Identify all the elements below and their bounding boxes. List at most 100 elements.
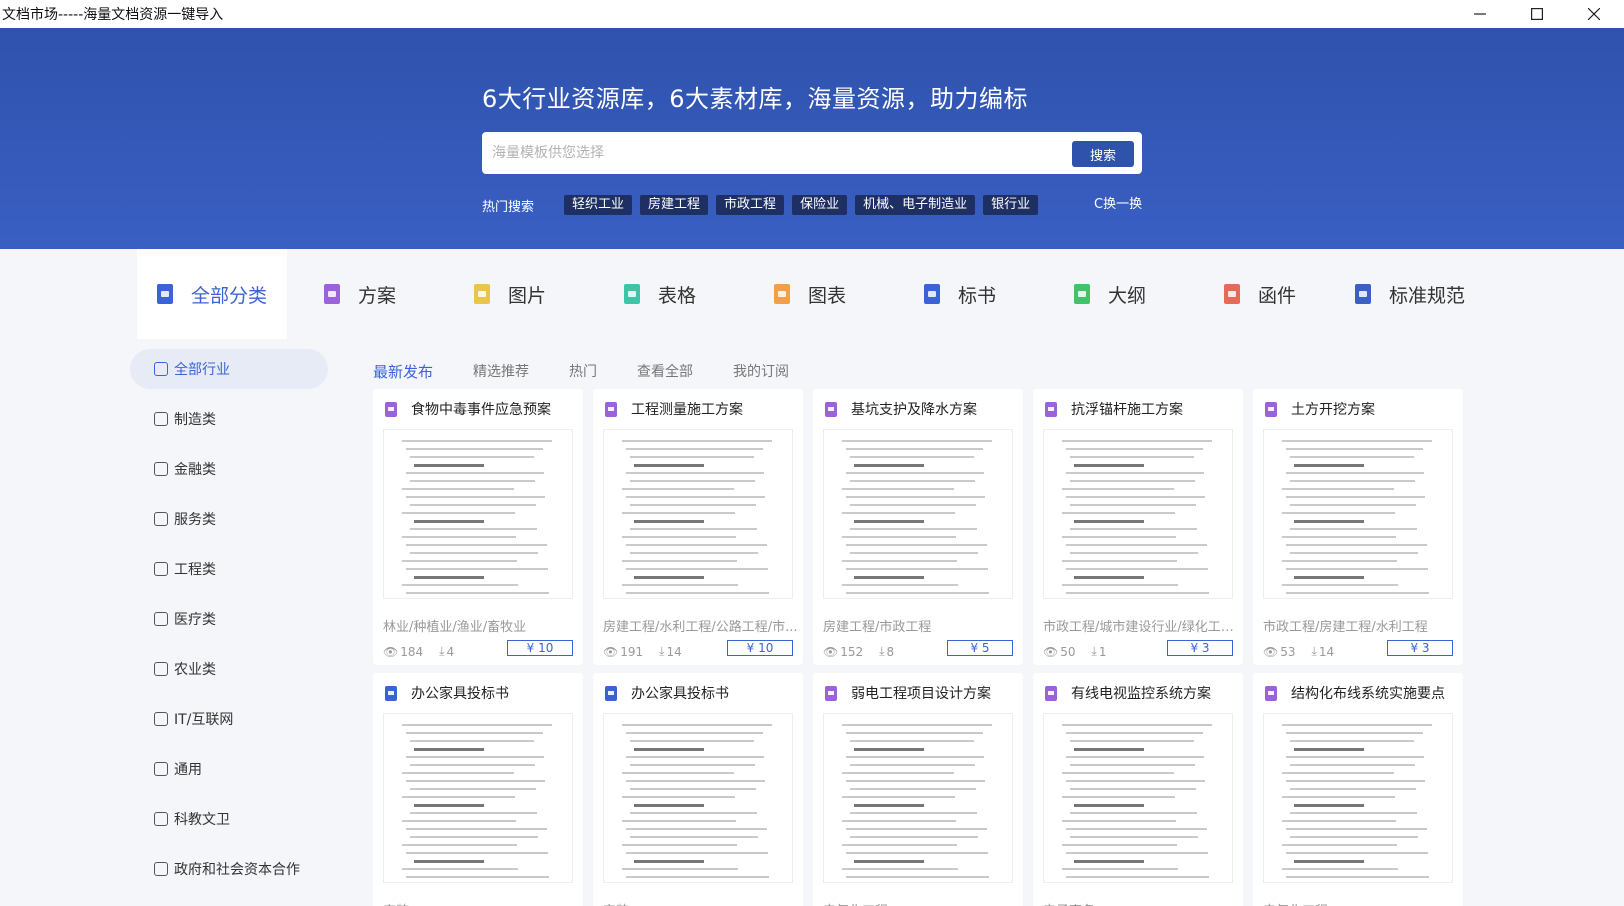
- document-preview: [383, 713, 573, 883]
- hot-tag[interactable]: 轻织工业: [564, 195, 633, 215]
- preview-line: [846, 828, 987, 830]
- document-card[interactable]: 办公家具投标书安装: [593, 673, 803, 906]
- card-tags: 林业/种植业/渔业/畜牧业: [383, 620, 527, 635]
- preview-line: [846, 852, 988, 854]
- sidebar-item[interactable]: 制造类: [130, 399, 328, 439]
- preview-line: [1070, 740, 1194, 742]
- document-card[interactable]: 土方开挖方案 市政工程/房建工程/水利工程 👁 53 ⤓ 14 ¥ 3: [1253, 389, 1463, 665]
- view-count: 191: [620, 644, 644, 659]
- content-tab[interactable]: 我的订阅: [733, 361, 789, 381]
- preview-line: [1286, 780, 1425, 782]
- preview-line: [1282, 440, 1432, 442]
- sidebar-item[interactable]: 工程类: [130, 549, 328, 589]
- government-icon: [154, 862, 168, 876]
- content-tab[interactable]: 精选推荐: [473, 361, 529, 381]
- document-card[interactable]: 基坑支护及降水方案 房建工程/市政工程 👁 152 ⤓ 8 ¥ 5: [813, 389, 1023, 665]
- maximize-button[interactable]: [1509, 0, 1565, 28]
- gear-icon: [154, 412, 168, 426]
- preview-line: [414, 748, 484, 751]
- preview-line: [850, 528, 977, 530]
- sidebar-item[interactable]: IT/互联网: [130, 699, 328, 739]
- close-button[interactable]: [1566, 0, 1622, 28]
- preview-line: [1070, 504, 1196, 506]
- hot-tag[interactable]: 机械、电子制造业: [855, 195, 976, 215]
- document-card[interactable]: 抗浮锚杆施工方案 市政工程/城市建设行业/绿化工程... 👁 50 ⤓ 1 ¥ 3: [1033, 389, 1243, 665]
- hot-tag[interactable]: 保险业: [792, 195, 848, 215]
- document-card[interactable]: 办公家具投标书安装: [373, 673, 583, 906]
- sidebar-item-label: 政府和社会资本合作: [174, 862, 300, 878]
- preview-line: [622, 512, 735, 514]
- preview-line: [622, 868, 738, 870]
- category-tab[interactable]: 全部分类: [137, 249, 287, 339]
- wheat-icon: [154, 662, 168, 676]
- preview-line: [402, 560, 517, 562]
- category-tab[interactable]: 图表: [735, 249, 885, 339]
- preview-line: [1074, 576, 1144, 579]
- search-box: 搜索: [482, 132, 1142, 174]
- preview-line: [846, 496, 985, 498]
- document-card[interactable]: 有线电视监控系统方案电子商务: [1033, 673, 1243, 906]
- sidebar-item[interactable]: 农业类: [130, 649, 328, 689]
- search-input[interactable]: [492, 141, 1052, 165]
- price-button[interactable]: ¥ 5: [947, 640, 1013, 656]
- document-icon: [605, 685, 617, 701]
- category-tab[interactable]: 标书: [885, 249, 1035, 339]
- card-stats: 👁 50 ⤓ 1: [1043, 644, 1106, 659]
- preview-line: [850, 552, 978, 554]
- document-card[interactable]: 工程测量施工方案 房建工程/水利工程/公路工程/市... 👁 191 ⤓ 14 ¥ 10: [593, 389, 803, 665]
- preview-line: [1062, 488, 1174, 490]
- sidebar-item[interactable]: 医疗类: [130, 599, 328, 639]
- content-tab[interactable]: 热门: [569, 361, 597, 381]
- sidebar-item[interactable]: 服务类: [130, 499, 328, 539]
- sidebar-item[interactable]: 金融类: [130, 449, 328, 489]
- preview-line: [402, 584, 518, 586]
- sidebar-item[interactable]: 科教文卫: [130, 799, 328, 839]
- preview-line: [410, 528, 537, 530]
- category-tab[interactable]: 大纲: [1035, 249, 1185, 339]
- preview-line: [1066, 472, 1204, 474]
- price-button[interactable]: ¥ 10: [727, 640, 793, 656]
- preview-line: [406, 544, 547, 546]
- document-card[interactable]: 食物中毒事件应急预案 林业/种植业/渔业/畜牧业 👁 184 ⤓ 4 ¥ 10: [373, 389, 583, 665]
- preview-line: [1066, 876, 1209, 878]
- price-button[interactable]: ¥ 3: [1387, 640, 1453, 656]
- minimize-button[interactable]: [1452, 0, 1508, 28]
- hot-tag[interactable]: 市政工程: [716, 195, 785, 215]
- price-button[interactable]: ¥ 3: [1167, 640, 1233, 656]
- hot-search-label: 热门搜索: [482, 199, 535, 215]
- preview-line: [1066, 568, 1208, 570]
- category-tab[interactable]: 标准规范: [1335, 249, 1485, 339]
- download-count: 4: [446, 644, 455, 659]
- document-card[interactable]: 结构化布线系统实施要点电气化工程: [1253, 673, 1463, 906]
- hot-tag[interactable]: 房建工程: [640, 195, 709, 215]
- card-title: 基坑支护及降水方案: [851, 402, 977, 418]
- content-tab[interactable]: 最新发布: [373, 361, 433, 382]
- category-tab[interactable]: 方案: [285, 249, 435, 339]
- refresh-hot-button[interactable]: C换一换: [1094, 195, 1142, 215]
- preview-line: [630, 788, 756, 790]
- preview-line: [1282, 820, 1396, 822]
- document-preview: [823, 429, 1013, 599]
- content-tab[interactable]: 查看全部: [637, 361, 693, 381]
- sidebar-item[interactable]: 政府和社会资本合作: [130, 849, 328, 889]
- preview-line: [402, 512, 515, 514]
- hot-tag[interactable]: 银行业: [983, 195, 1039, 215]
- search-button[interactable]: 搜索: [1072, 141, 1134, 167]
- preview-line: [406, 472, 544, 474]
- sidebar-item[interactable]: 全部行业: [130, 349, 328, 389]
- category-tab[interactable]: 函件: [1185, 249, 1335, 339]
- document-preview: [603, 429, 793, 599]
- preview-line: [630, 740, 754, 742]
- document-card[interactable]: 弱电工程项目设计方案电气化工程: [813, 673, 1023, 906]
- sidebar-item[interactable]: 通用: [130, 749, 328, 789]
- preview-line: [846, 448, 983, 450]
- price-button[interactable]: ¥ 10: [507, 640, 573, 656]
- chart-icon: [773, 284, 790, 304]
- view-count: 53: [1280, 644, 1296, 659]
- preview-line: [626, 756, 764, 758]
- preview-line: [1074, 860, 1144, 863]
- download-icon: ⤓: [439, 644, 445, 658]
- category-tab[interactable]: 表格: [585, 249, 735, 339]
- preview-line: [1062, 868, 1178, 870]
- category-tab[interactable]: 图片: [435, 249, 585, 339]
